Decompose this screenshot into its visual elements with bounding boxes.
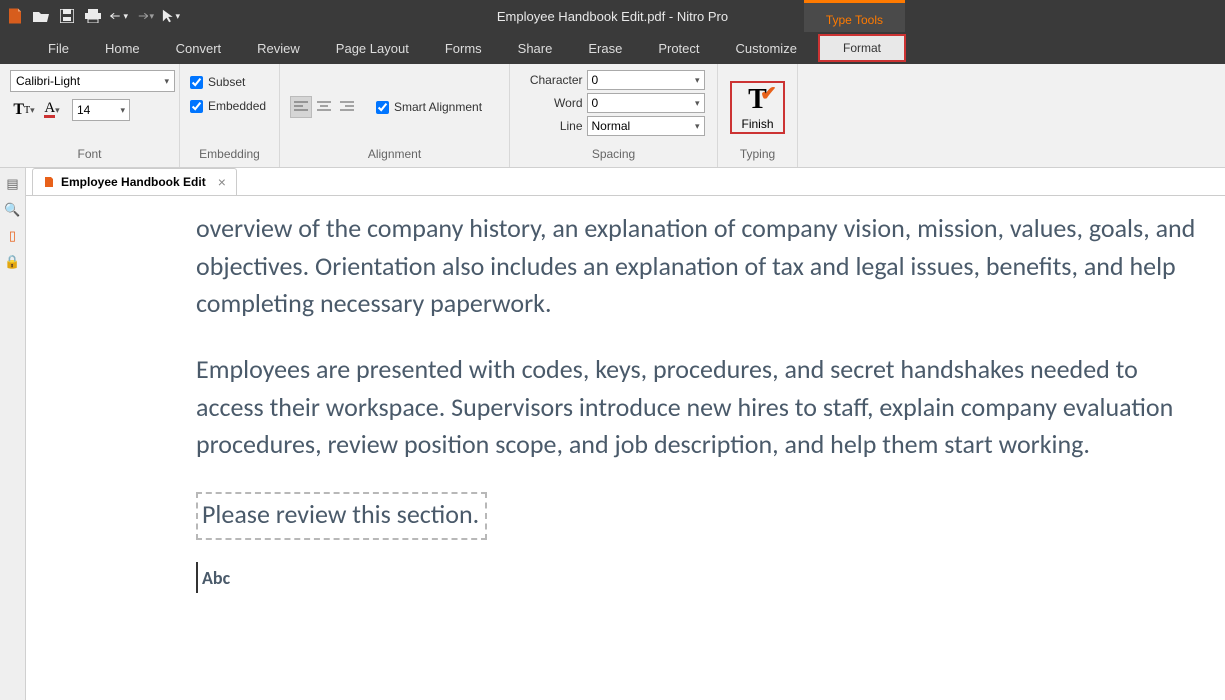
text-style-button[interactable]: TT▾ — [10, 98, 38, 122]
menu-format[interactable]: Format — [819, 35, 905, 61]
contextual-tab-type-tools[interactable]: Type Tools — [804, 0, 905, 32]
document-tab-label: Employee Handbook Edit — [61, 175, 206, 189]
chevron-down-icon: ▾ — [120, 105, 125, 116]
font-color-button[interactable]: A▾ — [38, 98, 66, 122]
group-label-typing: Typing — [728, 144, 787, 165]
finish-button[interactable]: T✔ Finish — [731, 82, 783, 133]
line-spacing-input[interactable]: Normal▾ — [587, 116, 705, 136]
font-family-select[interactable]: Calibri-Light ▾ — [10, 70, 175, 92]
security-panel-icon[interactable]: 🔒 — [5, 254, 21, 270]
menu-review[interactable]: Review — [239, 34, 318, 63]
document-paragraph[interactable]: Employees are presented with codes, keys… — [196, 351, 1196, 464]
ribbon: Calibri-Light ▾ TT▾ A▾ 14 ▾ Font — [0, 64, 1225, 168]
menu-home[interactable]: Home — [87, 34, 158, 63]
text-cursor-sample[interactable]: Abc — [196, 562, 234, 593]
line-spacing-label: Line — [523, 119, 583, 133]
print-icon[interactable] — [84, 7, 102, 25]
window-title: Employee Handbook Edit.pdf - Nitro Pro — [497, 9, 728, 24]
search-panel-icon[interactable]: 🔍 — [5, 202, 21, 218]
menu-file[interactable]: File — [30, 34, 87, 63]
align-left-button[interactable] — [290, 96, 312, 118]
chevron-down-icon: ▾ — [164, 76, 169, 87]
menu-customize[interactable]: Customize — [718, 34, 815, 63]
document-paragraph[interactable]: overview of the company history, an expl… — [196, 210, 1196, 323]
font-size-value: 14 — [77, 103, 90, 117]
close-tab-icon[interactable]: × — [218, 174, 226, 190]
finish-typing-icon: T✔ — [748, 86, 767, 114]
menu-forms[interactable]: Forms — [427, 34, 500, 63]
menu-share[interactable]: Share — [500, 34, 571, 63]
group-label-embedding: Embedding — [190, 144, 269, 165]
document-tab[interactable]: Employee Handbook Edit × — [32, 168, 237, 195]
smart-alignment-checkbox[interactable]: Smart Alignment — [376, 100, 482, 114]
align-right-button[interactable] — [336, 96, 358, 118]
title-bar: ▾ ▾ ▾ Employee Handbook Edit.pdf - Nitro… — [0, 0, 1225, 32]
redo-icon[interactable]: ▾ — [136, 7, 154, 25]
save-icon[interactable] — [58, 7, 76, 25]
document-icon — [43, 175, 55, 189]
bookmarks-panel-icon[interactable]: ▯ — [5, 228, 21, 244]
menu-protect[interactable]: Protect — [640, 34, 717, 63]
word-spacing-label: Word — [523, 96, 583, 110]
text-edit-box[interactable]: Please review this section. — [196, 492, 487, 540]
embedded-checkbox[interactable]: Embedded — [190, 99, 266, 113]
group-label-spacing: Spacing — [520, 144, 707, 165]
menu-convert[interactable]: Convert — [158, 34, 240, 63]
character-spacing-input[interactable]: 0▾ — [587, 70, 705, 90]
subset-checkbox[interactable]: Subset — [190, 75, 245, 89]
select-tool-icon[interactable]: ▾ — [162, 7, 180, 25]
pages-panel-icon[interactable]: ▤ — [5, 176, 21, 192]
word-spacing-input[interactable]: 0▾ — [587, 93, 705, 113]
menu-bar: File Home Convert Review Page Layout For… — [0, 32, 1225, 64]
group-label-font: Font — [10, 144, 169, 165]
finish-label: Finish — [741, 117, 773, 131]
font-family-value: Calibri-Light — [16, 74, 80, 88]
align-center-button[interactable] — [313, 96, 335, 118]
group-label-alignment: Alignment — [290, 144, 499, 165]
menu-page-layout[interactable]: Page Layout — [318, 34, 427, 63]
document-view[interactable]: overview of the company history, an expl… — [26, 196, 1225, 700]
character-spacing-label: Character — [523, 73, 583, 87]
undo-icon[interactable]: ▾ — [110, 7, 128, 25]
document-tab-bar: Employee Handbook Edit × — [26, 168, 1225, 196]
menu-erase[interactable]: Erase — [570, 34, 640, 63]
side-rail: ▤ 🔍 ▯ 🔒 — [0, 168, 26, 700]
font-size-select[interactable]: 14 ▾ — [72, 99, 130, 121]
workspace: ▤ 🔍 ▯ 🔒 Employee Handbook Edit × overvie… — [0, 168, 1225, 700]
open-icon[interactable] — [32, 7, 50, 25]
app-icon — [6, 7, 24, 25]
